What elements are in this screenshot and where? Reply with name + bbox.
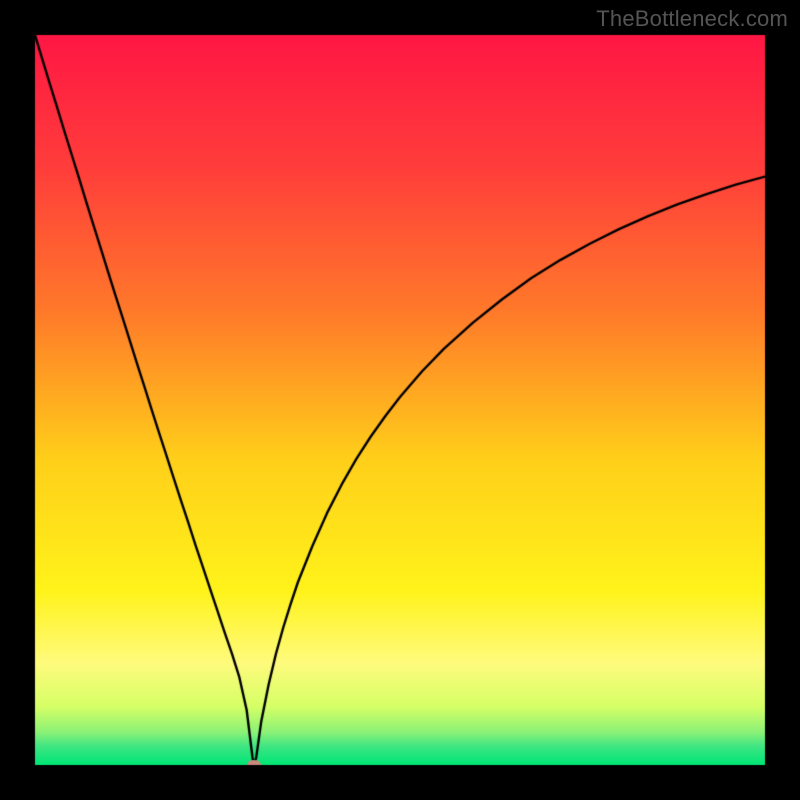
chart-root: TheBottleneck.com — [0, 0, 800, 800]
bottleneck-curve-chart — [0, 0, 800, 800]
watermark-text: TheBottleneck.com — [596, 6, 788, 32]
